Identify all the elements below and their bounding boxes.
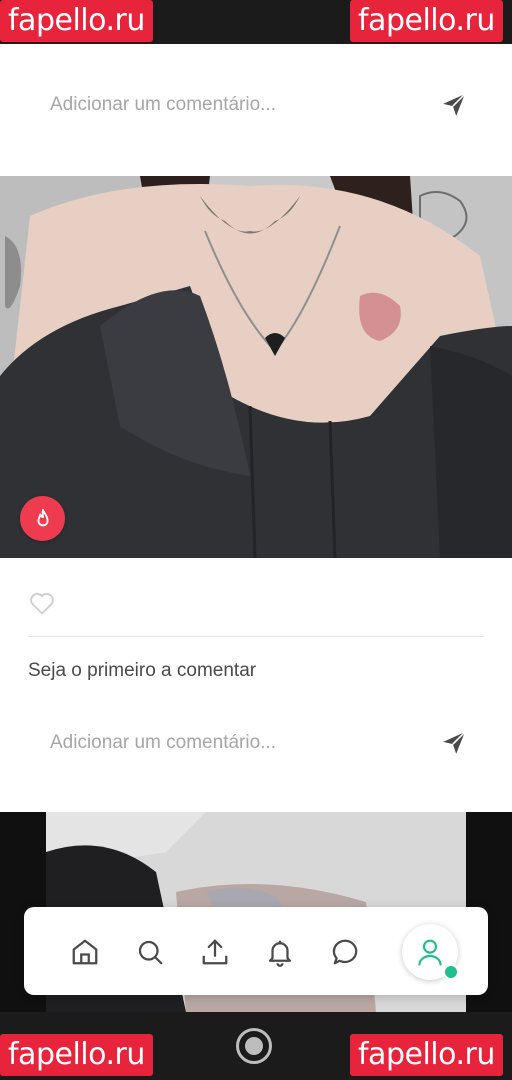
watermark-top-right: fapello.ru (350, 0, 503, 42)
home-icon[interactable] (70, 937, 100, 967)
upload-icon[interactable] (200, 937, 230, 967)
bottom-navigation (24, 907, 488, 995)
post-photo-image (0, 176, 512, 558)
user-icon (418, 939, 442, 966)
watermark-bottom-left: fapello.ru (0, 1034, 153, 1076)
home-button-dot (245, 1037, 263, 1055)
divider (28, 636, 484, 637)
online-status-dot (443, 964, 459, 980)
post-photo[interactable] (0, 176, 512, 558)
watermark-bottom-right: fapello.ru (350, 1034, 503, 1076)
system-home-button[interactable] (236, 1028, 272, 1064)
first-comment-prompt: Seja o primeiro a comentar (28, 660, 257, 681)
heart-icon[interactable] (28, 589, 56, 617)
chat-icon[interactable] (331, 937, 361, 967)
flame-icon (37, 508, 48, 526)
comment-row-2 (0, 712, 512, 772)
send-icon[interactable] (441, 730, 467, 756)
hot-badge[interactable] (20, 496, 65, 541)
watermark-top-left: fapello.ru (0, 0, 153, 42)
bell-icon[interactable] (265, 937, 295, 967)
comment-input[interactable] (48, 92, 412, 118)
search-icon[interactable] (135, 937, 165, 967)
comment-row-1 (0, 74, 512, 134)
send-icon[interactable] (441, 92, 467, 118)
comment-input[interactable] (48, 730, 412, 756)
